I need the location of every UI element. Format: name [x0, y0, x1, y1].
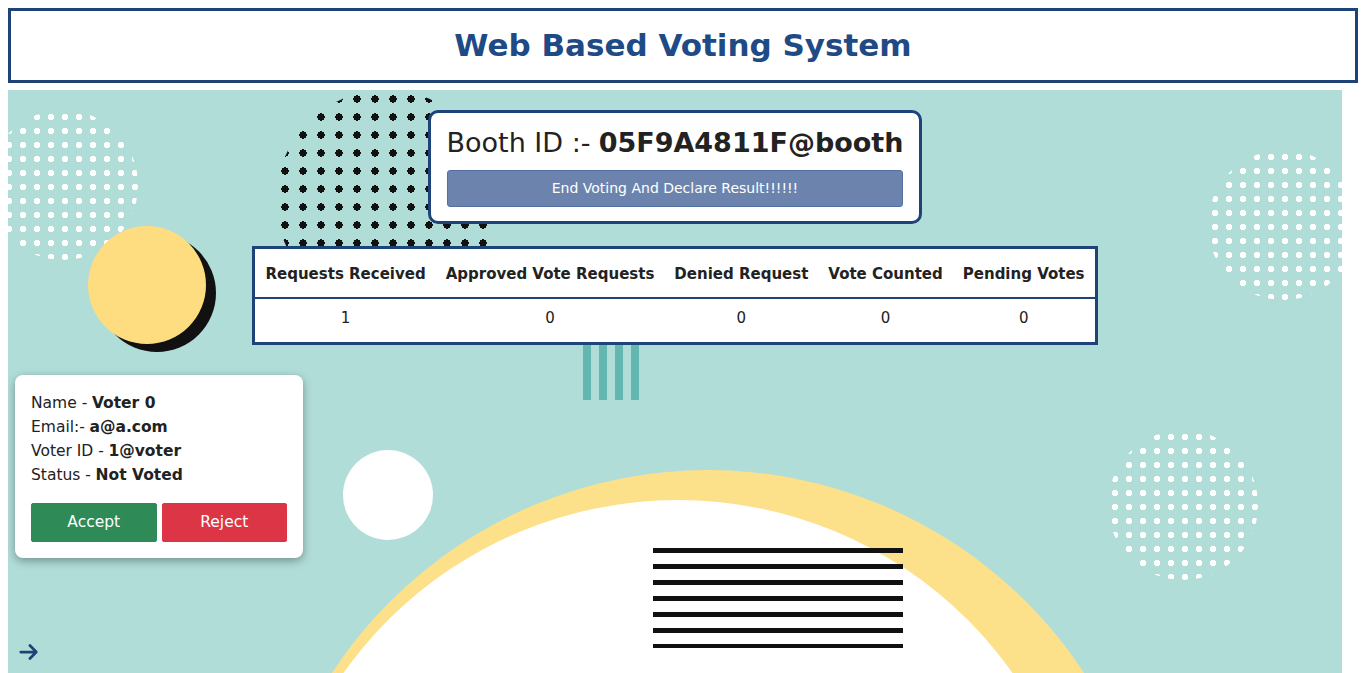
- field-label: Status -: [31, 466, 91, 484]
- dashboard: Booth ID :- 05F9A4811F@booth End Voting An…: [8, 90, 1342, 558]
- page-title: Web Based Voting System: [454, 27, 911, 64]
- field-value: Not Voted: [96, 466, 183, 484]
- field-value: Voter 0: [92, 394, 156, 412]
- stats-column: Vote Counted: [818, 247, 952, 298]
- end-voting-button[interactable]: End Voting And Declare Result!!!!!!: [447, 170, 904, 207]
- field-value: 1@voter: [108, 442, 181, 460]
- field-label: Name -: [31, 394, 87, 412]
- decor-ring: [258, 470, 1158, 673]
- stats-value: 0: [664, 298, 818, 343]
- booth-card: Booth ID :- 05F9A4811F@booth End Voting An…: [428, 110, 923, 224]
- booth-label: Booth ID :-: [447, 127, 591, 158]
- decor-dots: [8, 110, 138, 260]
- decor-lines: [653, 548, 903, 648]
- stats-table: Requests ReceivedApproved Vote RequestsD…: [252, 246, 1097, 345]
- voter-field: Voter ID -1@voter: [31, 439, 287, 463]
- voter-card: Name -Voter 0Email:-a@a.comVoter ID -1@v…: [15, 375, 303, 558]
- stats-value: 0: [436, 298, 665, 343]
- arrow-icon[interactable]: [18, 641, 40, 663]
- decor-circle: [88, 226, 206, 344]
- decor-dots: [1208, 150, 1342, 300]
- booth-id: 05F9A4811F@booth: [599, 127, 904, 158]
- voter-field: Email:-a@a.com: [31, 415, 287, 439]
- booth-heading: Booth ID :- 05F9A4811F@booth: [447, 123, 904, 164]
- stats-column: Approved Vote Requests: [436, 247, 665, 298]
- background-area: Booth ID :- 05F9A4811F@booth End Voting An…: [8, 90, 1342, 673]
- page-header: Web Based Voting System: [8, 8, 1358, 83]
- stats-column: Denied Request: [664, 247, 818, 298]
- stats-row: 10000: [254, 298, 1096, 343]
- field-label: Email:-: [31, 418, 85, 436]
- stats-body: 10000: [254, 298, 1096, 343]
- voter-field: Name - Voter 0: [31, 391, 287, 415]
- accept-button[interactable]: Accept: [31, 503, 157, 542]
- decor-circle: [268, 500, 1088, 673]
- voter-actions: AcceptReject: [31, 503, 287, 542]
- stats-header-row: Requests ReceivedApproved Vote RequestsD…: [254, 247, 1096, 298]
- decor-dots: [1108, 430, 1258, 580]
- stats-header: Requests ReceivedApproved Vote RequestsD…: [254, 247, 1096, 298]
- stats-column: Pending Votes: [953, 247, 1096, 298]
- reject-button[interactable]: Reject: [162, 503, 288, 542]
- stats-value: 1: [254, 298, 436, 343]
- decor-circle: [343, 450, 433, 540]
- stats-value: 0: [818, 298, 952, 343]
- field-value: a@a.com: [89, 418, 167, 436]
- stats-value: 0: [953, 298, 1096, 343]
- stats-column: Requests Received: [254, 247, 436, 298]
- field-label: Voter ID -: [31, 442, 104, 460]
- voter-field: Status - Not Voted: [31, 463, 287, 487]
